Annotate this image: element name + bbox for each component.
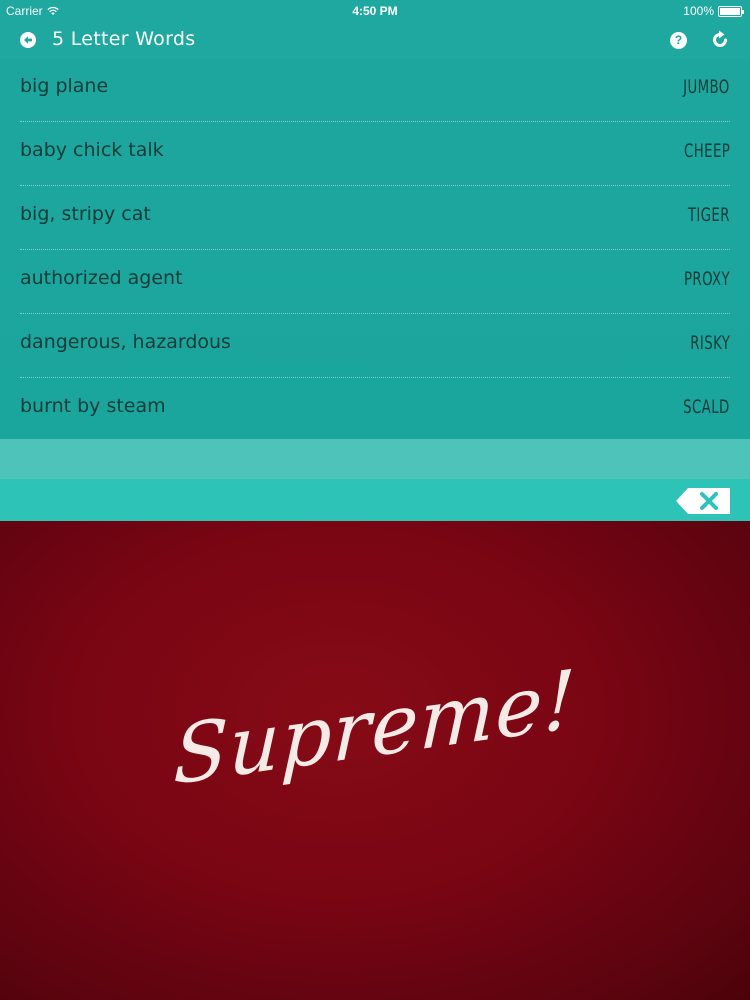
word-row[interactable]: dangerous, hazardous RISKY — [20, 315, 730, 378]
answer-input[interactable] — [0, 479, 750, 521]
word-row[interactable]: big, stripy cat TIGER — [20, 187, 730, 250]
result-panel: Supreme! — [0, 521, 750, 1000]
app-screen: Carrier 4:50 PM 100% 5 Letter Words ? bi… — [0, 0, 750, 1000]
word-clue: big plane — [20, 75, 109, 97]
back-arrow-icon — [24, 36, 32, 44]
word-list: big plane JUMBO baby chick talk CHEEP bi… — [0, 59, 750, 439]
backspace-icon[interactable] — [676, 488, 730, 514]
help-button[interactable]: ? — [670, 32, 687, 49]
word-row[interactable]: authorized agent PROXY — [20, 251, 730, 314]
result-message: Supreme! — [172, 652, 578, 803]
battery-percent: 100% — [683, 4, 714, 18]
word-row[interactable]: burnt by steam SCALD — [20, 379, 730, 442]
status-time: 4:50 PM — [352, 4, 398, 18]
word-row[interactable]: baby chick talk CHEEP — [20, 123, 730, 186]
word-answer: SCALD — [683, 396, 730, 418]
word-clue: authorized agent — [20, 267, 183, 289]
word-clue: dangerous, hazardous — [20, 331, 231, 353]
status-right: 100% — [683, 4, 744, 18]
input-divider-band — [0, 439, 750, 479]
word-clue: big, stripy cat — [20, 203, 151, 225]
page-title: 5 Letter Words — [52, 28, 196, 50]
battery-fill — [720, 7, 740, 15]
word-answer: CHEEP — [683, 140, 730, 162]
word-answer: PROXY — [683, 268, 730, 290]
nav-bar: 5 Letter Words ? — [0, 22, 750, 60]
word-row[interactable]: big plane JUMBO — [20, 59, 730, 122]
word-answer: RISKY — [690, 332, 730, 354]
back-button[interactable] — [20, 32, 36, 48]
word-clue: burnt by steam — [20, 395, 166, 417]
status-bar: Carrier 4:50 PM 100% — [0, 0, 750, 22]
word-answer: JUMBO — [683, 76, 730, 98]
refresh-icon[interactable] — [710, 30, 730, 50]
word-answer: TIGER — [687, 204, 730, 226]
battery-icon — [718, 5, 744, 17]
word-clue: baby chick talk — [20, 139, 164, 161]
